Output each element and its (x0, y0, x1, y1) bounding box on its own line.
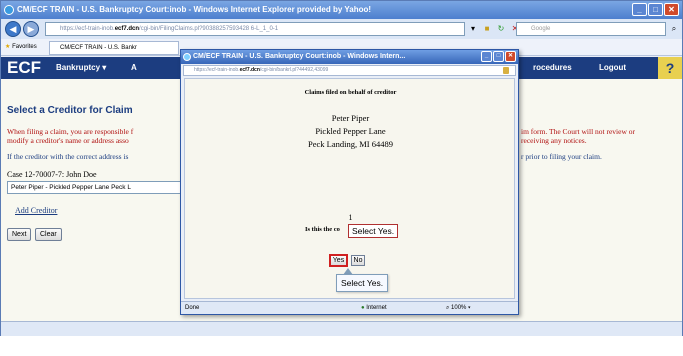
ie-logo-icon (4, 5, 14, 15)
dropdown-icon[interactable]: ▾ (467, 22, 479, 36)
add-creditor-link[interactable]: Add Creditor (15, 206, 57, 215)
menu-logout[interactable]: Logout (599, 57, 626, 79)
popup-statusbar: Done ● Internet ⌕ 100% ▾ (181, 301, 518, 314)
popup-close-icon[interactable]: ✕ (505, 51, 516, 62)
status-zone: ● Internet (361, 305, 387, 311)
yes-button[interactable]: Yes (329, 254, 348, 267)
search-icon[interactable]: ⌕ (668, 22, 680, 36)
minimize-icon[interactable]: _ (632, 3, 647, 16)
forward-icon[interactable]: ▶ (23, 21, 39, 37)
confirm-question: Is this the co (305, 226, 340, 233)
instruction-callout-bottom: Select Yes. (336, 274, 389, 292)
ecf-logo: ECF (7, 58, 41, 77)
creditor-name: Peter Piper (331, 113, 370, 123)
popup-body: Claims filed on behalf of creditor Peter… (184, 78, 515, 299)
star-icon: ★ (5, 44, 11, 50)
popup-url-field[interactable]: https://ecf-train-inob.ecf7.dcn/cgi-bin/… (183, 65, 516, 76)
browser-titlebar: CM/ECF TRAIN - U.S. Bankruptcy Court:ino… (1, 1, 682, 19)
popup-heading: Claims filed on behalf of creditor (304, 89, 397, 96)
tab-cmecf[interactable]: CM/ECF TRAIN - U.S. Bankr (49, 41, 179, 55)
close-icon[interactable]: ✕ (664, 3, 679, 16)
warning-text-line1: When filing a claim, you are responsible… (7, 127, 134, 136)
claim-count: 1 (348, 213, 353, 222)
menu-adversary[interactable]: A (131, 57, 137, 79)
url-prefix: ://ecf-train-inob. (73, 26, 115, 32)
popup-url-path: /cgi-bin/bankrl.pl?44492,43099 (259, 67, 329, 73)
warning-text-line2-right: receiving any notices. (521, 136, 587, 145)
globe-icon: ● (361, 305, 365, 311)
popup-ie-icon (183, 53, 191, 61)
maximize-icon[interactable]: □ (648, 3, 663, 16)
creditor-select[interactable]: Peter Piper - Pickled Pepper Lane Peck L (7, 181, 183, 194)
clear-button[interactable]: Clear (35, 228, 62, 241)
status-done: Done (185, 305, 200, 311)
lock-icon[interactable]: ■ (481, 22, 493, 36)
address-bar: ◀ ▶ https://ecf-train-inob.ecf7.dcn/cgi-… (1, 19, 682, 39)
help-icon[interactable]: ? (658, 57, 682, 79)
menu-bankruptcy[interactable]: Bankruptcy ▾ (56, 57, 106, 79)
url-host: ecf7.dcn (114, 26, 140, 32)
back-icon[interactable]: ◀ (5, 21, 21, 37)
warning-text-line2: modify a creditor's name or address asso (7, 136, 129, 145)
case-line: Case 12-70007-7: John Doe (7, 170, 97, 179)
info-text-right: r prior to filing your claim. (521, 152, 602, 161)
menu-procedures[interactable]: rocedures (533, 57, 572, 79)
url-field[interactable]: https://ecf-train-inob.ecf7.dcn/cgi-bin/… (45, 22, 465, 36)
popup-title: CM/ECF TRAIN - U.S. Bankruptcy Court:ino… (193, 53, 406, 60)
browser-statusbar (1, 321, 682, 336)
favorites-label: Favorites (12, 44, 37, 50)
popup-url-prefix: ://ecf-train-inob. (204, 67, 240, 73)
popup-titlebar: CM/ECF TRAIN - U.S. Bankruptcy Court:ino… (181, 50, 518, 64)
url-path: /cgi-bin/FilingClaims.pl?90388257593428 … (139, 26, 279, 32)
warning-text-line1-right: im form. The Court will not review or (521, 127, 636, 136)
creditor-street: Pickled Pepper Lane (315, 126, 386, 136)
popup-url-scheme: https (194, 67, 205, 73)
popup-window: CM/ECF TRAIN - U.S. Bankruptcy Court:ino… (180, 49, 519, 315)
status-zoom[interactable]: ⌕ 100% ▾ (446, 302, 471, 314)
popup-maximize-icon[interactable]: □ (493, 51, 504, 62)
url-scheme: https (60, 26, 74, 32)
instruction-callout: Select Yes. (348, 224, 399, 238)
popup-minimize-icon[interactable]: _ (481, 51, 492, 62)
refresh-icon[interactable]: ↻ (495, 22, 507, 36)
search-input[interactable]: Google (516, 22, 666, 36)
page-title: Select a Creditor for Claim (7, 105, 133, 116)
tab-label: CM/ECF TRAIN - U.S. Bankr (60, 45, 137, 51)
favorites-button[interactable]: ★ Favorites (5, 39, 37, 56)
popup-url-host: ecf7.dcn (239, 67, 260, 73)
next-button[interactable]: Next (7, 228, 32, 241)
creditor-city: Peck Landing, MI 64489 (308, 139, 393, 149)
info-text: If the creditor with the correct address… (7, 152, 129, 161)
popup-lock-icon (503, 67, 509, 74)
browser-title: CM/ECF TRAIN - U.S. Bankruptcy Court:ino… (17, 5, 372, 14)
no-button[interactable]: No (351, 255, 365, 266)
